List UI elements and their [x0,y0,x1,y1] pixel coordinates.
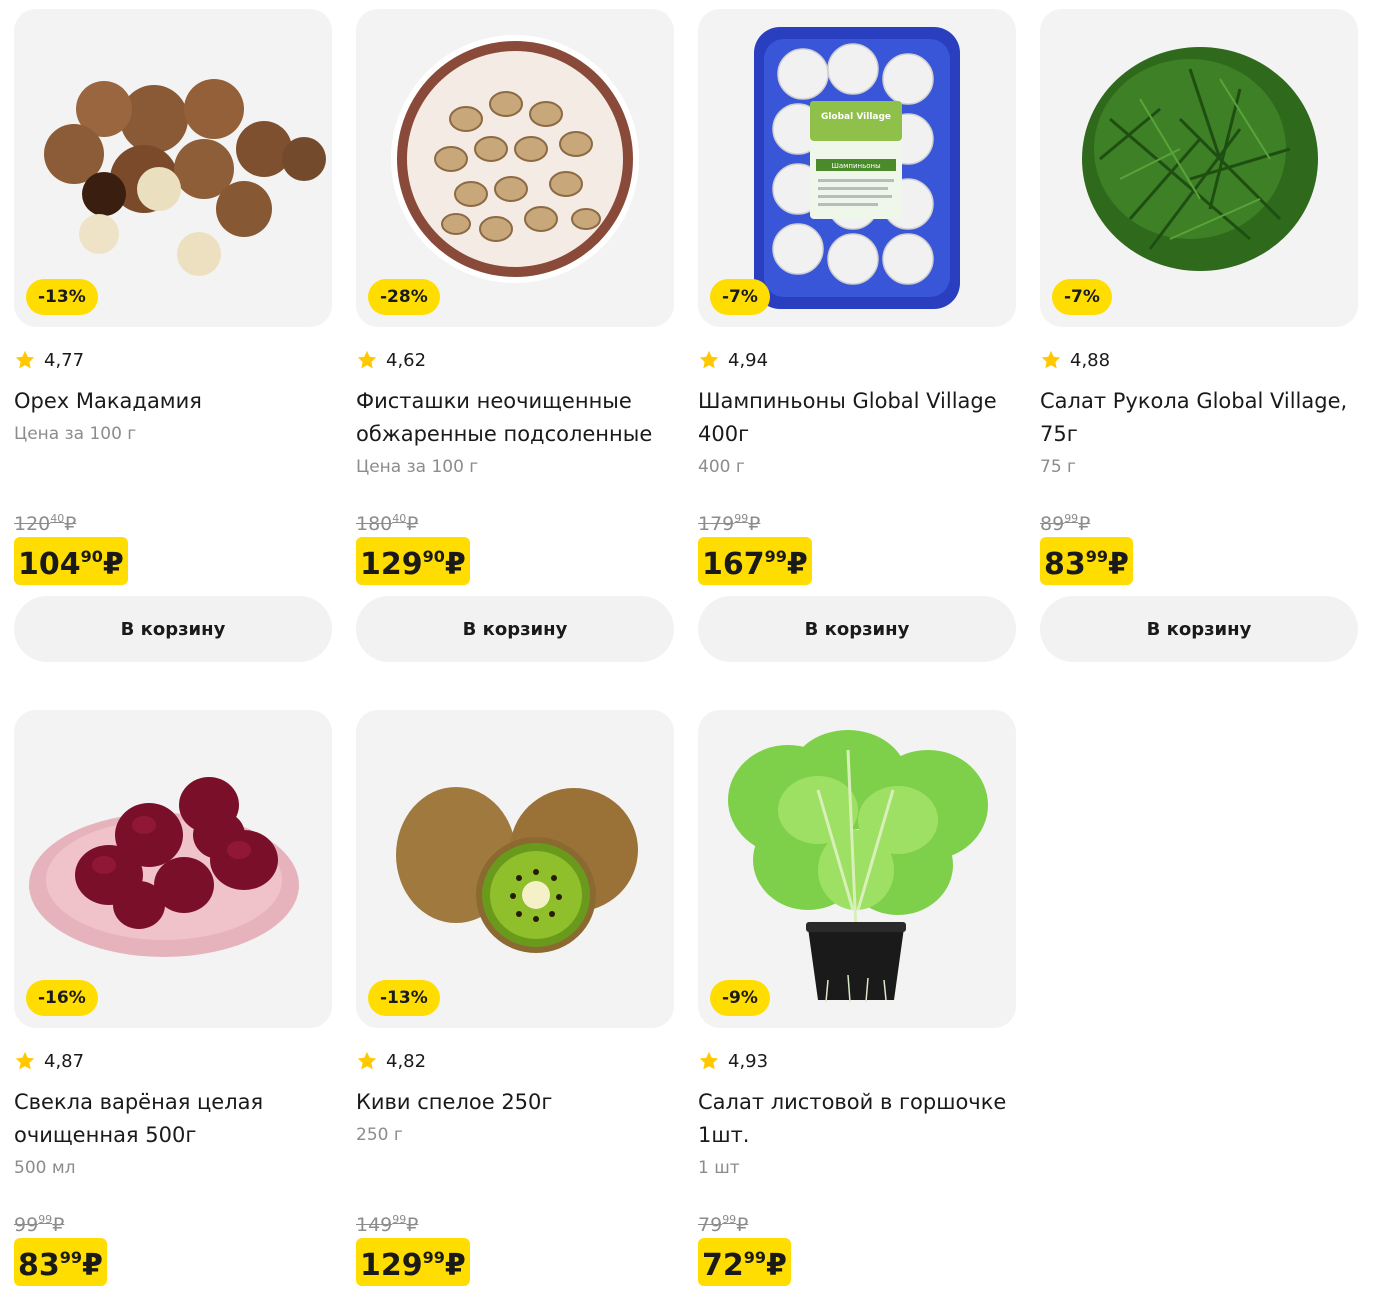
old-price: 18040₽ [356,512,419,535]
star-icon [1041,350,1061,369]
product-name[interactable]: Свекла варёная целая очищенная 500г [14,1086,334,1152]
product-image[interactable]: -13% [356,710,674,1028]
rating-value: 4,82 [386,1050,427,1072]
old-price: 17999₽ [698,512,761,535]
product-unit: 500 мл [14,1158,76,1178]
product-image[interactable]: -7% [1040,9,1358,327]
current-price: 12990₽ [356,537,470,585]
rating: 4,88 [1040,347,1358,373]
rating-value: 4,77 [44,349,85,371]
rating: 4,94 [698,347,1016,373]
product-name[interactable]: Киви спелое 250г [356,1086,676,1119]
product-card[interactable]: Global Village Шампиньоны -7% 4,94 Шампи… [698,9,1018,662]
price-block: 9999₽ 8399₽ [14,1208,107,1286]
product-card[interactable]: -13% 4,82 Киви спелое 250г 250 г 14999₽ … [356,710,676,1286]
current-price: 7299₽ [698,1238,791,1286]
rating: 4,62 [356,347,674,373]
product-image[interactable]: -9% [698,710,1016,1028]
product-card[interactable]: -9% 4,93 Салат листовой в горшочке 1шт. … [698,710,1018,1286]
price-block: 12040₽ 10490₽ [14,507,128,585]
product-unit: Цена за 100 г [356,457,479,477]
product-name[interactable]: Шампиньоны Global Village 400г [698,385,1018,451]
add-to-cart-button[interactable]: В корзину [14,596,332,662]
rating-value: 4,87 [44,1050,85,1072]
product-card[interactable]: -13% 4,77 Орех Макадамия Цена за 100 г 1… [14,9,334,662]
product-card[interactable]: -28% 4,62 Фисташки неочищенные обжаренны… [356,9,676,662]
star-icon [357,1051,377,1070]
product-unit: 75 г [1040,457,1076,477]
star-icon [357,350,377,369]
discount-badge: -13% [368,980,440,1016]
rating: 4,82 [356,1048,674,1074]
rating-value: 4,94 [728,349,769,371]
rating: 4,77 [14,347,332,373]
rating: 4,93 [698,1048,1016,1074]
star-icon [15,350,35,369]
rating-value: 4,62 [386,349,427,371]
price-block: 17999₽ 16799₽ [698,507,812,585]
product-card[interactable]: -7% 4,88 Салат Рукола Global Village, 75… [1040,9,1360,662]
product-unit: 250 г [356,1125,403,1145]
discount-badge: -13% [26,279,98,315]
product-image[interactable]: -16% [14,710,332,1028]
add-to-cart-button[interactable]: В корзину [698,596,1016,662]
product-grid: -13% 4,77 Орех Макадамия Цена за 100 г 1… [0,0,1395,1296]
product-image[interactable]: -13% [14,9,332,327]
pack-product-label: Шампиньоны [831,162,880,170]
star-icon [15,1051,35,1070]
discount-badge: -9% [710,980,770,1016]
product-image[interactable]: -28% [356,9,674,327]
old-price: 14999₽ [356,1213,419,1236]
current-price: 8399₽ [14,1238,107,1286]
current-price: 12999₽ [356,1238,470,1286]
discount-badge: -7% [710,279,770,315]
product-name[interactable]: Фисташки неочищенные обжаренные подсолен… [356,385,676,451]
star-icon [699,350,719,369]
discount-badge: -7% [1052,279,1112,315]
pack-brand-label: Global Village [821,112,891,122]
discount-badge: -28% [368,279,440,315]
current-price: 10490₽ [14,537,128,585]
star-icon [699,1051,719,1070]
add-to-cart-button[interactable]: В корзину [356,596,674,662]
price-block: 8999₽ 8399₽ [1040,507,1133,585]
rating-value: 4,88 [1070,349,1111,371]
product-unit: Цена за 100 г [14,424,137,444]
product-card[interactable]: -16% 4,87 Свекла варёная целая очищенная… [14,710,334,1286]
product-unit: 400 г [698,457,745,477]
product-image[interactable]: Global Village Шампиньоны -7% [698,9,1016,327]
discount-badge: -16% [26,980,98,1016]
old-price: 12040₽ [14,512,77,535]
add-to-cart-button[interactable]: В корзину [1040,596,1358,662]
current-price: 16799₽ [698,537,812,585]
price-block: 18040₽ 12990₽ [356,507,470,585]
current-price: 8399₽ [1040,537,1133,585]
price-block: 7999₽ 7299₽ [698,1208,791,1286]
rating-value: 4,93 [728,1050,769,1072]
product-name[interactable]: Салат листовой в горшочке 1шт. [698,1086,1018,1152]
product-name[interactable]: Орех Макадамия [14,385,334,418]
old-price: 9999₽ [14,1213,65,1236]
product-unit: 1 шт [698,1158,740,1178]
price-block: 14999₽ 12999₽ [356,1208,470,1286]
product-name[interactable]: Салат Рукола Global Village, 75г [1040,385,1360,451]
old-price: 7999₽ [698,1213,749,1236]
old-price: 8999₽ [1040,512,1091,535]
rating: 4,87 [14,1048,332,1074]
